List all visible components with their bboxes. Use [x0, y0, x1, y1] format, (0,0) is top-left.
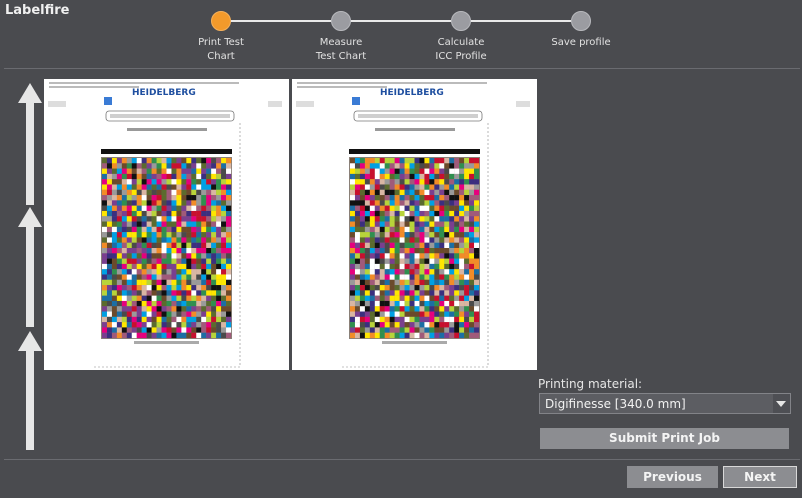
- printing-material-select[interactable]: Digifinesse [340.0 mm]: [539, 393, 791, 414]
- test-chart-page-1: HEIDELBERG: [48, 82, 282, 368]
- arrow-up-icon: [18, 207, 42, 327]
- step-dot-save-profile[interactable]: [571, 11, 591, 31]
- submit-print-job-button[interactable]: Submit Print Job: [540, 428, 789, 449]
- bottom-divider: [4, 459, 800, 460]
- printing-material-label: Printing material:: [538, 377, 643, 391]
- previous-button[interactable]: Previous: [627, 466, 718, 488]
- step-dot-print-test-chart[interactable]: [211, 11, 231, 31]
- heidelberg-logo: HEIDELBERG: [380, 88, 444, 98]
- step-dot-calculate-icc-profile[interactable]: [451, 11, 471, 31]
- step-label-print-test-chart: Print Test Chart: [198, 37, 244, 62]
- arrow-up-icon: [18, 331, 42, 450]
- step-connector: [231, 20, 331, 22]
- step-label-measure-test-chart: Measure Test Chart: [315, 37, 367, 62]
- heidelberg-logo: HEIDELBERG: [132, 88, 196, 98]
- step-label-save-profile: Save profile: [551, 37, 611, 48]
- printing-material-value: Digifinesse [340.0 mm]: [545, 397, 686, 411]
- next-button[interactable]: Next: [723, 466, 797, 488]
- test-chart-preview-page-2: HEIDELBERG: [292, 79, 537, 370]
- step-connector: [351, 20, 451, 22]
- step-label-calculate-icc-profile: Calculate ICC Profile: [435, 37, 487, 62]
- test-chart-preview-page-1: HEIDELBERG: [44, 79, 289, 370]
- step-connector: [471, 20, 571, 22]
- color-patches: [350, 158, 480, 339]
- wizard-stepper: Print Test Chart Measure Test Chart Calc…: [0, 0, 802, 68]
- chevron-down-icon[interactable]: [773, 394, 790, 413]
- color-patches: [102, 158, 232, 339]
- test-chart-page-2: HEIDELBERG: [296, 82, 530, 368]
- arrow-up-icon: [18, 83, 42, 205]
- top-divider: [4, 68, 800, 69]
- step-dot-measure-test-chart[interactable]: [331, 11, 351, 31]
